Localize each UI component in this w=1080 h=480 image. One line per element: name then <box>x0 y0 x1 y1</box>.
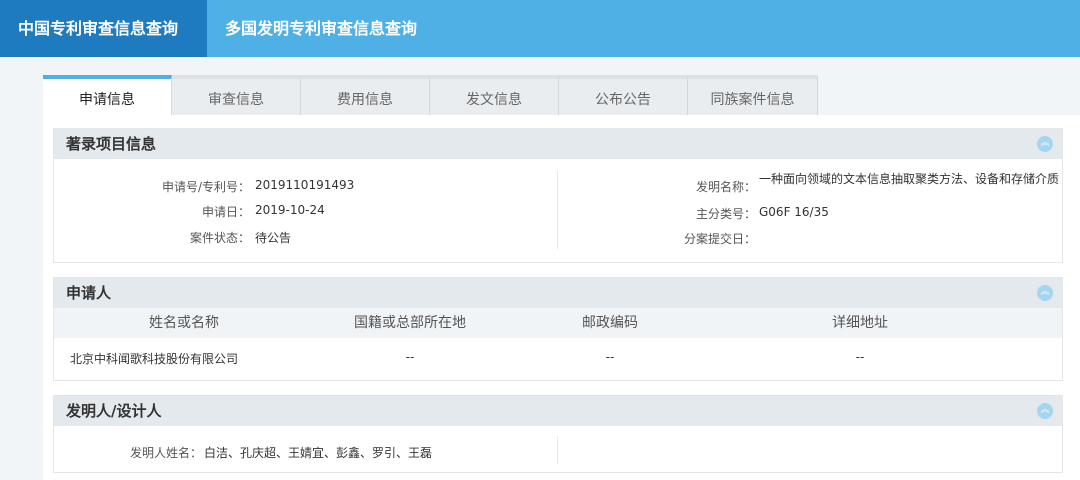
case-status-label: 案件状态： <box>189 231 250 245</box>
column-header-address: 详细地址 <box>832 315 888 331</box>
case-status-value: 待公告 <box>255 231 292 245</box>
biblio-section: 著录项目信息 ︽ 申请号/专利号： 2019110191493 申请日： 201… <box>53 128 1063 263</box>
invention-title-label: 发明名称： <box>695 180 756 194</box>
applicant-section-header: 申请人 ︽ <box>54 278 1062 308</box>
chevron-up-icon[interactable]: ︽ <box>1037 136 1053 152</box>
tab-family-case-info[interactable]: 同族案件信息 <box>688 75 818 115</box>
divisional-date-label: 分案提交日： <box>683 232 756 246</box>
nav-multi-country-query[interactable]: 多国发明专利审查信息查询 <box>207 0 435 57</box>
applicant-section-title: 申请人 <box>66 284 112 302</box>
main-class-value: G06F 16/35 <box>759 205 829 219</box>
applicant-nationality-cell: -- <box>405 350 415 364</box>
main-class-label: 主分类号： <box>695 207 756 221</box>
invention-title-value: 一种面向领域的文本信息抽取聚类方法、设备和存储介质 <box>759 172 1060 186</box>
application-date-label: 申请日： <box>201 205 250 219</box>
divider <box>557 171 558 249</box>
tab-examination-info[interactable]: 审查信息 <box>172 75 301 115</box>
application-number-label: 申请号/专利号： <box>161 180 250 194</box>
biblio-section-title: 著录项目信息 <box>66 135 157 153</box>
applicant-postal-code-cell: -- <box>605 350 615 364</box>
tab-application-info[interactable]: 申请信息 <box>43 75 172 115</box>
main-panel: 著录项目信息 ︽ 申请号/专利号： 2019110191493 申请日： 201… <box>43 115 1080 480</box>
inventor-section: 发明人/设计人 ︽ 发明人姓名： 白洁、孔庆超、王婧宜、彭鑫、罗引、王磊 <box>53 395 1063 473</box>
tab-bar: 申请信息 审查信息 费用信息 发文信息 公布公告 同族案件信息 <box>43 75 818 115</box>
column-header-nationality: 国籍或总部所在地 <box>354 315 466 331</box>
inventor-name-value: 白洁、孔庆超、王婧宜、彭鑫、罗引、王磊 <box>204 446 433 460</box>
tab-publication-notice[interactable]: 公布公告 <box>559 75 688 115</box>
inventor-name-label: 发明人姓名： <box>129 446 202 460</box>
inventor-section-title: 发明人/设计人 <box>66 402 162 420</box>
tab-fee-info[interactable]: 费用信息 <box>301 75 430 115</box>
nav-china-patent-query[interactable]: 中国专利审查信息查询 <box>0 0 207 57</box>
tab-dispatch-info[interactable]: 发文信息 <box>430 75 559 115</box>
top-navigation: 中国专利审查信息查询 多国发明专利审查信息查询 <box>0 0 1080 57</box>
applicant-section: 申请人 ︽ 姓名或名称 国籍或总部所在地 邮政编码 详细地址 北京中科闻歌科技股… <box>53 277 1063 381</box>
biblio-section-header: 著录项目信息 ︽ <box>54 129 1062 159</box>
chevron-up-icon[interactable]: ︽ <box>1037 403 1053 419</box>
application-date-value: 2019-10-24 <box>255 203 325 217</box>
column-header-name: 姓名或名称 <box>149 315 219 331</box>
applicant-address-cell: -- <box>855 350 865 364</box>
column-header-postal-code: 邮政编码 <box>582 315 638 331</box>
inventor-section-header: 发明人/设计人 ︽ <box>54 396 1062 426</box>
applicant-name-cell: 北京中科闻歌科技股份有限公司 <box>69 352 238 366</box>
chevron-up-icon[interactable]: ︽ <box>1037 285 1053 301</box>
application-number-value: 2019110191493 <box>255 178 355 192</box>
divider <box>557 436 558 464</box>
